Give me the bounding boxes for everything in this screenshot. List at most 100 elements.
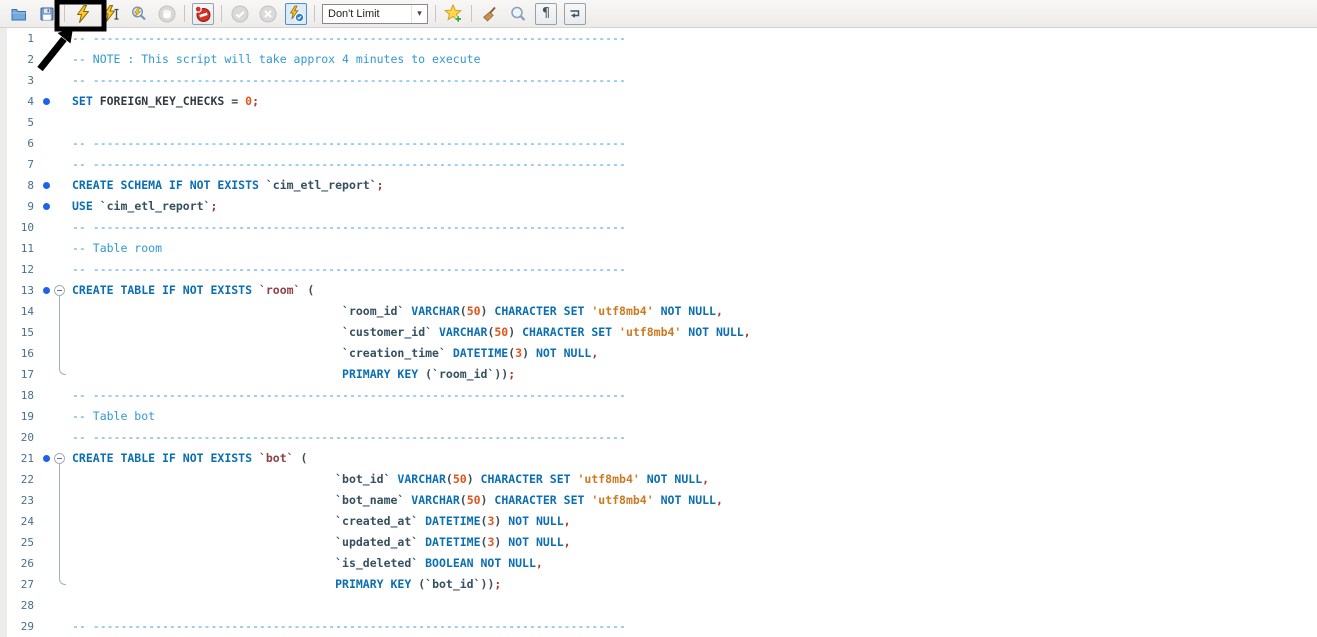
gutter-markers	[34, 196, 72, 217]
code-text: -- -------------------------------------…	[72, 217, 626, 238]
code-line[interactable]: 17 PRIMARY KEY (`room_id`));	[0, 364, 1317, 385]
gutter-markers	[34, 28, 72, 49]
toggle-autocommit-button[interactable]	[285, 3, 307, 25]
toolbar-separator	[64, 5, 65, 22]
code-text: SET FOREIGN_KEY_CHECKS = 0;	[72, 91, 259, 112]
rollback-button	[257, 3, 278, 25]
magnifier-lightning-icon	[130, 5, 148, 23]
gutter-markers	[34, 343, 72, 364]
code-text: PRIMARY KEY (`room_id`));	[72, 364, 515, 385]
code-line[interactable]: 26 `is_deleted` BOOLEAN NOT NULL,	[0, 553, 1317, 574]
code-line[interactable]: 10-- -----------------------------------…	[0, 217, 1317, 238]
code-line[interactable]: 4SET FOREIGN_KEY_CHECKS = 0;	[0, 91, 1317, 112]
statement-marker-dot	[43, 98, 50, 105]
fold-line	[59, 511, 60, 532]
code-line[interactable]: 19-- Table bot	[0, 406, 1317, 427]
save-floppy-icon	[38, 5, 56, 23]
stop-hand-icon	[158, 5, 176, 23]
code-line[interactable]: 23 `bot_name` VARCHAR(50) CHARACTER SET …	[0, 490, 1317, 511]
line-number: 1	[0, 28, 34, 49]
code-line[interactable]: 3-- ------------------------------------…	[0, 70, 1317, 91]
fold-line-end	[59, 364, 66, 375]
code-line[interactable]: 18-- -----------------------------------…	[0, 385, 1317, 406]
code-line[interactable]: 24 `created_at` DATETIME(3) NOT NULL,	[0, 511, 1317, 532]
execute-script-button[interactable]	[72, 3, 93, 25]
line-number: 26	[0, 553, 34, 574]
code-line[interactable]: 7-- ------------------------------------…	[0, 154, 1317, 175]
line-number: 23	[0, 490, 34, 511]
code-line[interactable]: 12-- -----------------------------------…	[0, 259, 1317, 280]
code-line[interactable]: 27 PRIMARY KEY (`bot_id`));	[0, 574, 1317, 595]
fold-collapse-icon[interactable]	[54, 453, 65, 464]
code-lines: 1 -- ------------------------------------…	[0, 28, 1317, 637]
fold-line	[59, 469, 60, 490]
line-number: 20	[0, 427, 34, 448]
line-number: 28	[0, 595, 34, 616]
code-line[interactable]: 22 `bot_id` VARCHAR(50) CHARACTER SET 'u…	[0, 469, 1317, 490]
toolbar-separator	[221, 5, 222, 22]
code-line[interactable]: 20 -- -----------------------------------…	[0, 427, 1317, 448]
line-number: 15	[0, 322, 34, 343]
code-line[interactable]: 6-- ------------------------------------…	[0, 133, 1317, 154]
open-script-button[interactable]	[8, 3, 29, 25]
word-wrap-icon	[567, 6, 583, 22]
fold-line	[59, 301, 60, 322]
execute-current-statement-button[interactable]	[100, 3, 121, 25]
code-line[interactable]: 5	[0, 112, 1317, 133]
gutter-markers	[34, 469, 72, 490]
explain-plan-button[interactable]	[128, 3, 149, 25]
code-text: `customer_id` VARCHAR(50) CHARACTER SET …	[72, 322, 751, 343]
statement-marker-dot	[43, 182, 50, 189]
gutter-markers	[34, 364, 72, 385]
code-text: -- Table room	[72, 238, 162, 259]
line-number: 29	[0, 616, 34, 637]
find-button[interactable]	[507, 3, 528, 25]
code-line[interactable]: 15 `customer_id` VARCHAR(50) CHARACTER S…	[0, 322, 1317, 343]
fold-line	[59, 553, 60, 574]
gutter-markers	[34, 427, 72, 448]
toolbar-separator	[314, 5, 315, 22]
code-line[interactable]: 25 `updated_at` DATETIME(3) NOT NULL,	[0, 532, 1317, 553]
code-line[interactable]: 11-- Table room	[0, 238, 1317, 259]
code-text: -- -------------------------------------…	[72, 385, 626, 406]
code-line[interactable]: 16 `creation_time` DATETIME(3) NOT NULL,	[0, 343, 1317, 364]
gutter-markers	[34, 238, 72, 259]
line-number: 19	[0, 406, 34, 427]
code-line[interactable]: 14 `room_id` VARCHAR(50) CHARACTER SET '…	[0, 301, 1317, 322]
line-number: 16	[0, 343, 34, 364]
code-text: CREATE TABLE IF NOT EXISTS `bot` (	[72, 448, 307, 469]
gutter-markers	[34, 511, 72, 532]
code-line[interactable]: 2-- NOTE : This script will take approx …	[0, 49, 1317, 70]
code-text: `created_at` DATETIME(3) NOT NULL,	[72, 511, 571, 532]
toggle-invisible-characters-button[interactable]: ¶	[535, 3, 557, 25]
gutter-markers	[34, 133, 72, 154]
save-script-button[interactable]	[36, 3, 57, 25]
code-text: `bot_id` VARCHAR(50) CHARACTER SET 'utf8…	[72, 469, 709, 490]
beautify-script-button[interactable]	[479, 3, 500, 25]
statement-marker-dot	[43, 455, 50, 462]
line-number: 6	[0, 133, 34, 154]
code-text: -- -------------------------------------…	[72, 427, 626, 448]
code-line[interactable]: 28	[0, 595, 1317, 616]
fold-line	[59, 343, 60, 364]
save-snippet-button[interactable]	[443, 3, 464, 25]
gutter-markers	[34, 574, 72, 595]
code-line[interactable]: 13CREATE TABLE IF NOT EXISTS `room` (	[0, 280, 1317, 301]
code-line[interactable]: 9USE `cim_etl_report`;	[0, 196, 1317, 217]
toggle-word-wrap-button[interactable]	[564, 3, 586, 25]
code-text: PRIMARY KEY (`bot_id`));	[72, 574, 501, 595]
line-number: 27	[0, 574, 34, 595]
stop-on-error-icon	[194, 5, 212, 23]
toggle-stop-on-error-button[interactable]	[192, 3, 214, 25]
code-line[interactable]: 8CREATE SCHEMA IF NOT EXISTS `cim_etl_re…	[0, 175, 1317, 196]
fold-line	[59, 490, 60, 511]
code-text: -- -------------------------------------…	[72, 259, 626, 280]
code-line[interactable]: 21CREATE TABLE IF NOT EXISTS `bot` (	[0, 448, 1317, 469]
sql-code-editor[interactable]: 1 -- ------------------------------------…	[0, 28, 1317, 637]
gutter-markers	[34, 259, 72, 280]
row-limit-dropdown[interactable]: Don't Limit ▾	[322, 4, 428, 24]
line-number: 24	[0, 511, 34, 532]
fold-collapse-icon[interactable]	[54, 285, 65, 296]
code-line[interactable]: 29-- -----------------------------------…	[0, 616, 1317, 637]
code-line[interactable]: 1-- ------------------------------------…	[0, 28, 1317, 49]
